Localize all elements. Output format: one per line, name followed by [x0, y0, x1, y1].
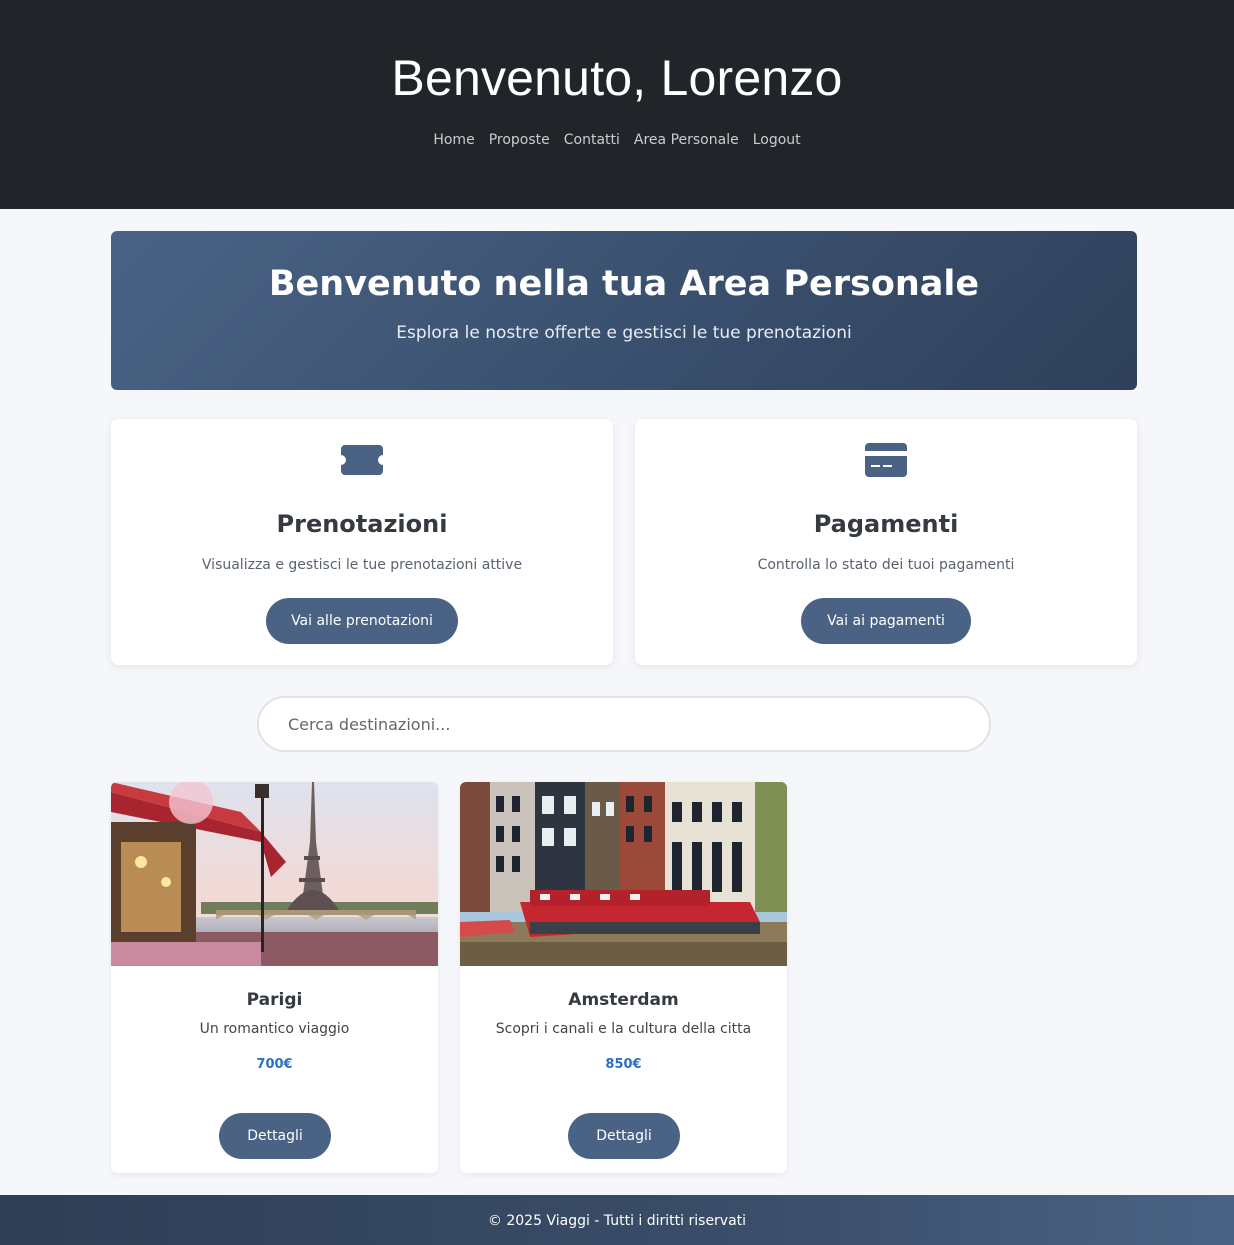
- destination-price: 850€: [605, 1057, 642, 1072]
- amsterdam-photo: [460, 782, 787, 966]
- destination-name: Amsterdam: [568, 990, 679, 1010]
- site-header: Benvenuto, Lorenzo Home Proposte Contatt…: [0, 0, 1234, 209]
- paris-photo: [111, 782, 438, 966]
- credit-card-icon: [635, 443, 1137, 477]
- destination-card-parigi: Parigi Un romantico viaggio 700€ Dettagl…: [111, 782, 438, 1173]
- feature-description: Controlla lo stato dei tuoi pagamenti: [757, 557, 1015, 573]
- nav-proposte-link[interactable]: Proposte: [489, 130, 550, 150]
- feature-card-pagamenti: Pagamenti Controlla lo stato dei tuoi pa…: [635, 419, 1137, 665]
- destination-name: Parigi: [246, 990, 303, 1010]
- feature-title: Pagamenti: [813, 510, 959, 538]
- welcome-title: Benvenuto, Lorenzo: [391, 50, 843, 106]
- hero-subtitle: Esplora le nostre offerte e gestisci le …: [396, 323, 852, 343]
- nav-contatti-link[interactable]: Contatti: [564, 130, 620, 150]
- destination-price: 700€: [256, 1057, 293, 1072]
- nav-area-personale-link[interactable]: Area Personale: [634, 130, 739, 150]
- hero-banner: Benvenuto nella tua Area Personale Esplo…: [111, 231, 1137, 390]
- destination-search-input[interactable]: [257, 696, 991, 752]
- copyright-text: © 2025 Viaggi - Tutti i diritti riservat…: [487, 1213, 747, 1229]
- hero-title: Benvenuto nella tua Area Personale: [268, 264, 980, 304]
- nav-logout-link[interactable]: Logout: [753, 130, 801, 150]
- destination-description: Un romantico viaggio: [199, 1021, 350, 1037]
- destination-description: Scopri i canali e la cultura della citta: [495, 1021, 752, 1037]
- details-button[interactable]: Dettagli: [219, 1113, 331, 1159]
- ticket-icon: [111, 443, 613, 477]
- feature-card-prenotazioni: Prenotazioni Visualizza e gestisci le tu…: [111, 419, 613, 665]
- destination-card-amsterdam: Amsterdam Scopri i canali e la cultura d…: [460, 782, 787, 1173]
- main-nav: Home Proposte Contatti Area Personale Lo…: [0, 130, 1234, 150]
- go-to-bookings-button[interactable]: Vai alle prenotazioni: [266, 598, 458, 644]
- feature-title: Prenotazioni: [276, 510, 448, 538]
- go-to-payments-button[interactable]: Vai ai pagamenti: [801, 598, 971, 644]
- details-button[interactable]: Dettagli: [568, 1113, 680, 1159]
- feature-description: Visualizza e gestisci le tue prenotazion…: [201, 557, 523, 573]
- site-footer: © 2025 Viaggi - Tutti i diritti riservat…: [0, 1195, 1234, 1245]
- nav-home-link[interactable]: Home: [433, 130, 474, 150]
